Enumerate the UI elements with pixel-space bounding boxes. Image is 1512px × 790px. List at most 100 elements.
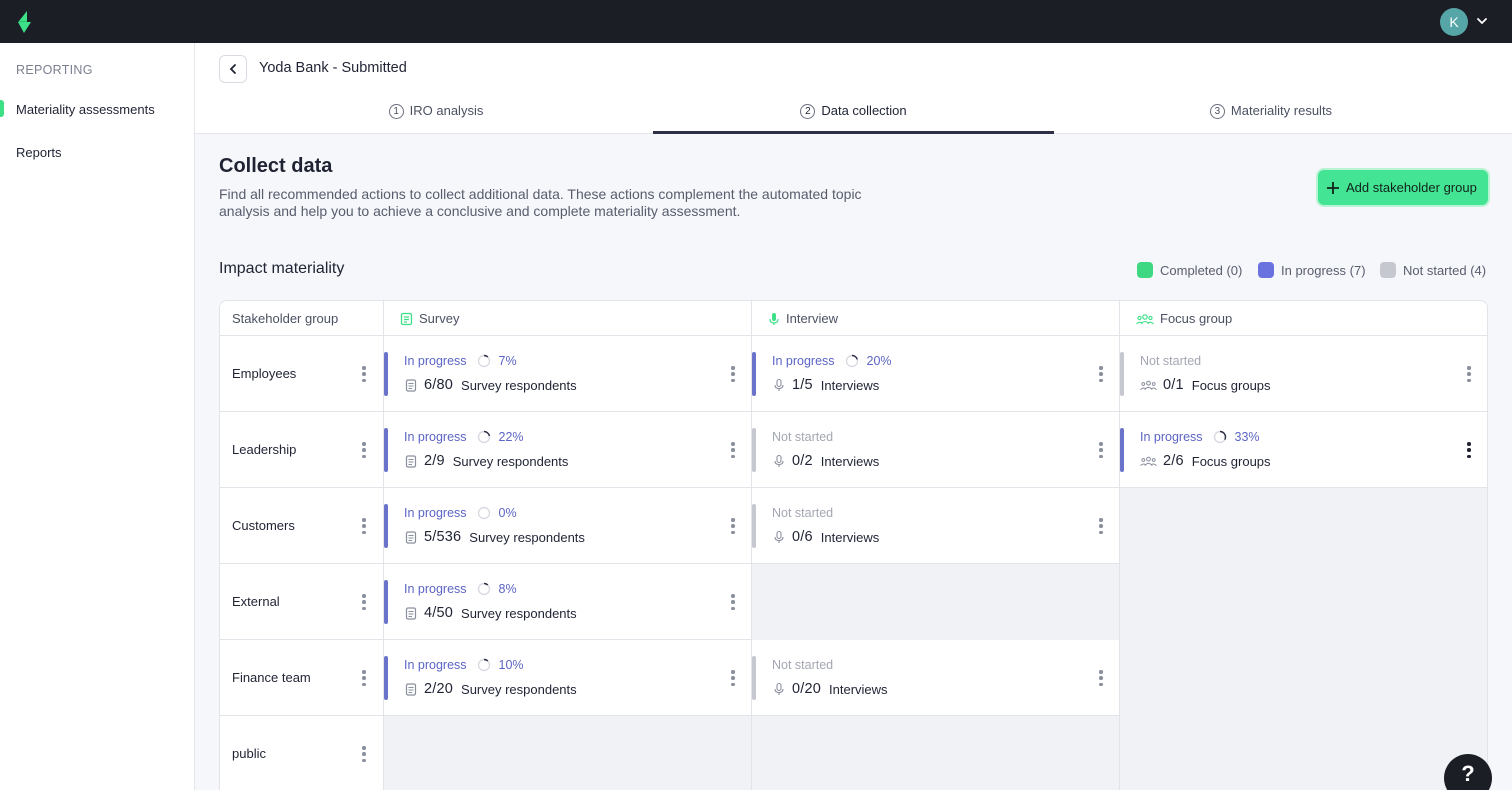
more-options-icon[interactable]: [726, 517, 740, 535]
stakeholder-group-name: Leadership: [232, 442, 297, 457]
interview-cell[interactable]: Not started 0/20 Interviews: [752, 640, 1119, 716]
more-options-icon[interactable]: [726, 441, 740, 459]
group-icon: [1136, 313, 1154, 324]
count-unit: Survey respondents: [461, 681, 577, 697]
legend-label: In progress (7): [1281, 262, 1366, 278]
add-stakeholder-group-button[interactable]: Add stakeholder group: [1318, 170, 1488, 205]
tab-label: Materiality results: [1230, 103, 1333, 118]
interview-cell[interactable]: Not started 0/2 Interviews: [752, 412, 1119, 488]
stakeholder-group-cell: public: [220, 716, 383, 790]
progress-ring-icon: [477, 582, 490, 596]
focus-cell: [1120, 640, 1487, 716]
survey-cell[interactable]: In progress 10% 2/20 Survey respondents: [384, 640, 751, 716]
progress-percent: 22%: [498, 430, 524, 444]
count-line: 5/536 Survey respondents: [404, 529, 585, 545]
status-bar: [384, 580, 388, 624]
more-options-icon[interactable]: [726, 365, 740, 383]
focus-cell[interactable]: Not started 0/1 Focus groups: [1120, 336, 1487, 412]
column-label: Interview: [786, 311, 839, 326]
status-label: In progress 22%: [404, 430, 524, 444]
status-label: Not started: [1140, 354, 1201, 368]
stakeholder-group-cell: Employees: [220, 336, 383, 412]
add-button-label: Add stakeholder group: [1346, 180, 1477, 195]
sidebar-item-materiality-assessments[interactable]: Materiality assessments: [16, 102, 155, 117]
step-number: 2: [800, 104, 816, 119]
sidebar-item-reports[interactable]: Reports: [16, 145, 62, 160]
survey-cell[interactable]: In progress 7% 6/80 Survey respondents: [384, 336, 751, 412]
back-button[interactable]: [219, 55, 247, 83]
status-label: In progress 20%: [772, 354, 892, 368]
app-logo-icon[interactable]: [14, 10, 36, 34]
count-unit: Focus groups: [1191, 453, 1271, 469]
tab-materiality-results[interactable]: 3 Materiality results: [1054, 103, 1488, 134]
survey-cell[interactable]: In progress 22% 2/9 Survey respondents: [384, 412, 751, 488]
page-header: Yoda Bank - Submitted 1 IRO analysis 2 D…: [195, 43, 1512, 134]
more-options-icon[interactable]: [1094, 441, 1108, 459]
more-options-icon[interactable]: [357, 745, 371, 763]
progress-ring-icon: [845, 354, 858, 368]
more-options-icon[interactable]: [1462, 365, 1476, 383]
more-options-icon[interactable]: [1094, 365, 1108, 383]
status-label: In progress 33%: [1140, 430, 1260, 444]
more-options-icon[interactable]: [357, 441, 371, 459]
chevron-down-icon[interactable]: [1475, 14, 1489, 28]
status-bar: [752, 428, 756, 472]
sidebar-heading: REPORTING: [16, 63, 93, 77]
user-avatar[interactable]: K: [1440, 8, 1468, 36]
tab-data-collection[interactable]: 2 Data collection: [653, 103, 1054, 134]
count-unit: Survey respondents: [469, 529, 585, 545]
interview-cell: [752, 716, 1119, 790]
survey-cell[interactable]: In progress 0% 5/536 Survey respondents: [384, 488, 751, 564]
column-label: Stakeholder group: [232, 311, 339, 326]
status-text: Not started: [772, 658, 834, 672]
interview-cell[interactable]: In progress 20% 1/5 Interviews: [752, 336, 1119, 412]
interview-cell[interactable]: Not started 0/6 Interviews: [752, 488, 1119, 564]
stakeholder-group-cell: External: [220, 564, 383, 640]
legend-label: Not started (4): [1403, 262, 1487, 278]
count-unit: Interviews: [820, 453, 880, 469]
microphone-icon: [774, 682, 784, 695]
more-options-icon[interactable]: [1094, 669, 1108, 687]
more-options-icon[interactable]: [726, 593, 740, 611]
legend-label: Completed (0): [1160, 262, 1243, 278]
more-options-icon[interactable]: [357, 365, 371, 383]
stakeholder-group-name: public: [232, 746, 266, 761]
more-options-icon[interactable]: [1462, 441, 1476, 459]
active-indicator: [0, 100, 4, 117]
more-options-icon[interactable]: [357, 517, 371, 535]
more-options-icon[interactable]: [357, 593, 371, 611]
column-header-interview: Interview: [756, 301, 838, 336]
more-options-icon[interactable]: [357, 669, 371, 687]
focus-cell[interactable]: In progress 33% 2/6 Focus groups: [1120, 412, 1487, 488]
count-unit: Interviews: [820, 377, 880, 393]
tab-label: IRO analysis: [409, 103, 484, 118]
status-label: Not started: [772, 506, 833, 520]
count-line: 4/50 Survey respondents: [404, 605, 577, 621]
count-value: 0/1: [1163, 377, 1184, 393]
survey-cell[interactable]: In progress 8% 4/50 Survey respondents: [384, 564, 751, 640]
status-text: In progress: [404, 506, 467, 520]
progress-ring-icon: [477, 354, 490, 368]
step-number: 3: [1209, 104, 1225, 119]
impact-materiality-title: Impact materiality: [219, 260, 345, 277]
stakeholder-group-name: Employees: [232, 366, 297, 381]
status-text: Not started: [772, 430, 834, 444]
tab-iro-analysis[interactable]: 1 IRO analysis: [219, 103, 653, 134]
column-label: Survey: [419, 311, 460, 326]
count-unit: Survey respondents: [461, 605, 577, 621]
survey-cell: [384, 716, 751, 790]
plus-icon: [1327, 181, 1339, 194]
clipboard-icon: [405, 531, 417, 544]
count-value: 0/20: [792, 681, 822, 697]
count-value: 2/9: [424, 453, 445, 469]
count-unit: Interviews: [829, 681, 888, 697]
more-options-icon[interactable]: [726, 669, 740, 687]
count-line: 1/5 Interviews: [772, 377, 879, 393]
status-bar: [1120, 428, 1124, 472]
more-options-icon[interactable]: [1094, 517, 1108, 535]
group-icon: [1140, 456, 1157, 467]
progress-percent: 20%: [866, 354, 892, 368]
column-header-focus-group: Focus group: [1124, 301, 1232, 336]
interview-cell: [752, 564, 1119, 640]
status-bar: [1120, 352, 1124, 396]
